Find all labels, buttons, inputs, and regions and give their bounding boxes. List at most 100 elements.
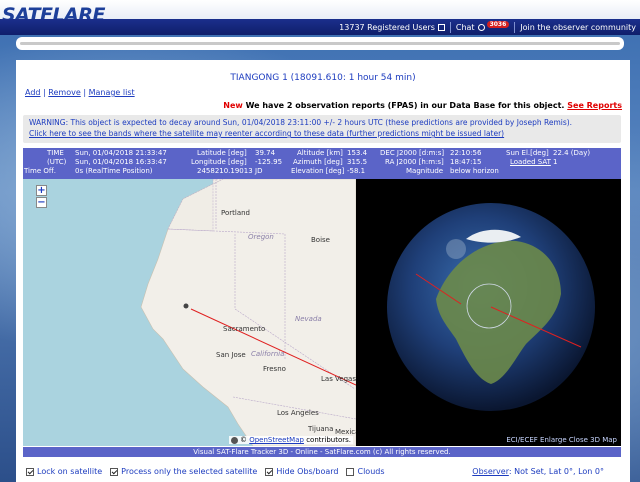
lock-on-satellite-option[interactable]: Lock on satellite <box>26 467 102 476</box>
jd-label: JD <box>255 167 263 175</box>
azimuth-label: Azimuth [deg] <box>293 158 343 166</box>
remove-link[interactable]: Remove <box>48 88 80 97</box>
reentry-bands-link[interactable]: Click here to see the bands where the sa… <box>29 128 615 139</box>
longitude-label: Longitude [deg] <box>191 158 247 166</box>
utc-label: (UTC) <box>47 158 67 166</box>
decay-warning: WARNING: This object is expected to deca… <box>23 115 621 143</box>
news-text: We have 2 observation reports (FPAS) in … <box>245 101 565 110</box>
clouds-option[interactable]: Clouds <box>346 467 385 476</box>
map-label-portland: Portland <box>221 209 250 217</box>
map-land-svg <box>140 179 356 446</box>
main-panel: TIANGONG 1 (18091.610: 1 hour 54 min) Ad… <box>16 60 630 482</box>
elevation-label: Elevation [deg] <box>291 167 345 175</box>
process-label: Process only the selected satellite <box>121 467 258 476</box>
page-loading-bar <box>16 37 624 50</box>
nav-items: 13737 Registered Users Chat 3036 Join th… <box>339 20 636 34</box>
sun-elevation-value: 22.4 (Day) <box>553 149 591 157</box>
satellite-title: TIANGONG 1 (18091.610: 1 hour 54 min) <box>230 73 416 83</box>
loading-track <box>20 42 620 45</box>
see-reports-link[interactable]: See Reports <box>567 101 622 110</box>
map-label-las-vegas: Las Vegas <box>321 375 356 383</box>
globe-svg <box>387 203 595 411</box>
warning-text: WARNING: This object is expected to deca… <box>29 118 573 127</box>
observer-info: Observer: Not Set, Lat 0°, Lon 0° <box>472 467 604 476</box>
azimuth-value: 315.5 <box>347 158 368 166</box>
nav-divider <box>514 21 516 33</box>
map-label-boise: Boise <box>311 236 330 244</box>
zoom-out-button[interactable]: − <box>36 197 47 208</box>
globe-controls[interactable]: ECI/ECEF Enlarge Close 3D Map <box>356 436 621 446</box>
map-attribution: © OpenStreetMap contributors. <box>228 436 353 444</box>
nav-divider <box>449 21 451 33</box>
zoom-in-button[interactable]: + <box>36 185 47 196</box>
map-label-los-angeles: Los Angeles <box>277 409 319 417</box>
process-checkbox[interactable] <box>110 467 119 476</box>
map-label-tijuana: Tijuana <box>308 425 334 433</box>
dec-value: 22:10:56 <box>450 149 482 157</box>
time-value: Sun, 01/04/2018 21:33:47 <box>75 149 167 157</box>
jd-value: 2458210.19013 <box>197 167 253 175</box>
registered-users[interactable]: 13737 Registered Users <box>339 23 435 32</box>
add-link[interactable]: Add <box>25 88 41 97</box>
latitude-value: 39.74 <box>255 149 276 157</box>
latitude-label: Latitude [deg] <box>197 149 247 157</box>
ra-label: RA J2000 [h:m:s] <box>385 158 444 166</box>
info-row: Time Off. 0s (RealTime Position) 2458210… <box>23 167 621 176</box>
chat-icon <box>477 23 485 31</box>
longitude-value: -125.95 <box>255 158 283 166</box>
utc-value: Sun, 01/04/2018 16:33:47 <box>75 158 167 166</box>
hide-obs-label: Hide Obs/board <box>276 467 339 476</box>
clouds-checkbox[interactable] <box>346 467 355 476</box>
list-actions: Add | Remove | Manage list <box>25 88 135 97</box>
map-label-california: California <box>251 350 285 358</box>
info-icon <box>230 436 238 444</box>
new-label: New <box>223 101 243 110</box>
time-offset-value: 0s (RealTime Position) <box>75 167 153 175</box>
satellite-marker-icon[interactable] <box>183 303 189 309</box>
map-label-nevada: Nevada <box>295 315 322 323</box>
join-community-link[interactable]: Join the observer community <box>520 23 636 32</box>
attribution-copyright: © <box>239 436 247 444</box>
info-row: (UTC) Sun, 01/04/2018 16:33:47 Longitude… <box>23 158 621 167</box>
display-options: Lock on satellite Process only the selec… <box>26 467 393 476</box>
dec-label: DEC J2000 [d:m:s] <box>380 149 445 157</box>
lock-checkbox[interactable] <box>26 467 34 476</box>
map-label-fresno: Fresno <box>263 365 286 373</box>
attribution-suffix: contributors. <box>306 436 351 444</box>
sun-elevation-label: Sun El.[deg] <box>506 149 549 157</box>
lock-label: Lock on satellite <box>37 467 103 476</box>
observer-value: : Not Set, Lat 0°, Lon 0° <box>508 467 604 476</box>
osm-ground-track-map[interactable]: + − Portland Oregon Boise Sacramento Nev… <box>23 179 357 446</box>
osm-link[interactable]: OpenStreetMap <box>249 436 304 444</box>
process-selected-option[interactable]: Process only the selected satellite <box>110 467 257 476</box>
map-label-mexicali: Mexical <box>335 428 356 436</box>
map-label-san-jose: San Jose <box>216 351 246 359</box>
observer-link[interactable]: Observer <box>472 467 509 476</box>
altitude-value: 153.4 <box>347 149 368 157</box>
hide-obs-checkbox[interactable] <box>265 467 274 476</box>
magnitude-label: Magnitude <box>406 167 444 175</box>
hide-obs-option[interactable]: Hide Obs/board <box>265 467 338 476</box>
users-icon <box>437 23 445 31</box>
altitude-label: Altitude [km] <box>297 149 343 157</box>
tracker-footer: Visual SAT-Flare Tracker 3D - Online - S… <box>23 447 621 457</box>
time-label: TIME <box>47 149 64 157</box>
separator: | <box>83 88 87 97</box>
separator: | <box>43 88 46 97</box>
map-label-sacramento: Sacramento <box>223 325 266 333</box>
ra-value: 18:47:15 <box>450 158 482 166</box>
satellite-info-table: TIME Sun, 01/04/2018 21:33:47 Latitude [… <box>23 148 621 179</box>
globe-3d-view[interactable]: ECI/ECEF Enlarge Close 3D Map <box>356 179 621 446</box>
observation-news: New We have 2 observation reports (FPAS)… <box>223 101 622 110</box>
map-label-oregon: Oregon <box>248 233 274 241</box>
loaded-sat-value: 1 <box>553 158 558 166</box>
info-row: TIME Sun, 01/04/2018 21:33:47 Latitude [… <box>23 149 621 158</box>
magnitude-value: below horizon <box>450 167 499 175</box>
time-offset-label: Time Off. <box>24 167 56 175</box>
elevation-value: -58.1 <box>347 167 366 175</box>
manage-list-link[interactable]: Manage list <box>89 88 135 97</box>
chat-count-badge: 3036 <box>486 20 510 28</box>
chat-link[interactable]: Chat <box>456 23 475 32</box>
loaded-sat-link[interactable]: Loaded SAT <box>510 158 551 167</box>
clouds-label: Clouds <box>357 467 385 476</box>
